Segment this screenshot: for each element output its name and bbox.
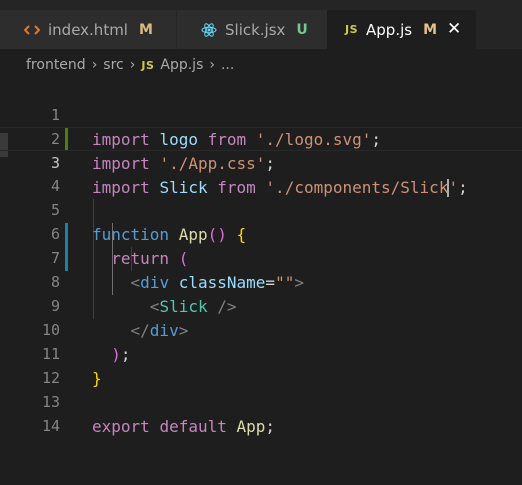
- react-icon: [201, 22, 217, 38]
- code-line: 1 import logo from './logo.svg';: [0, 80, 522, 149]
- code-line: 6 return (: [0, 199, 522, 268]
- code-line: 9 </div>: [0, 271, 522, 340]
- js-icon: JS: [141, 58, 155, 72]
- code-line: 12: [0, 343, 522, 387]
- html-icon: [24, 23, 40, 37]
- tab-slick-jsx[interactable]: Slick.jsx U: [177, 10, 327, 49]
- breadcrumb-item-frontend[interactable]: frontend: [26, 57, 86, 73]
- code-line: 8 <Slick />: [0, 247, 522, 316]
- code-line: 11 }: [0, 319, 522, 388]
- code-line: 4: [0, 151, 522, 195]
- tab-label: index.html: [48, 20, 128, 39]
- chevron-right-icon: ›: [91, 57, 98, 73]
- tab-app-js[interactable]: JS App.js M ✕: [327, 10, 476, 49]
- tab-label: App.js: [366, 20, 413, 39]
- chevron-right-icon: ›: [129, 57, 136, 73]
- tab-index-html[interactable]: index.html M: [0, 10, 176, 49]
- tab-status-badge: M: [138, 21, 153, 38]
- breadcrumb: frontend › src › JS App.js › ...: [0, 50, 522, 80]
- tab-status-badge: M: [423, 21, 438, 38]
- js-icon: JS: [345, 23, 359, 36]
- vertical-scrollbar[interactable]: [508, 80, 522, 485]
- tab-status-badge: U: [296, 21, 308, 38]
- code-line: 14: [0, 391, 522, 435]
- breadcrumb-item-src[interactable]: src: [103, 57, 123, 73]
- line-number: 14: [41, 416, 60, 435]
- tab-label: Slick.jsx: [225, 20, 286, 39]
- breadcrumb-item-app-js[interactable]: App.js: [160, 57, 203, 73]
- code-line-current: 3 import Slick from './components/Slick'…: [0, 127, 522, 198]
- close-icon[interactable]: ✕: [447, 21, 461, 38]
- code-line: 10 );: [0, 295, 522, 364]
- code-line: 13 export default App;: [0, 367, 522, 436]
- chevron-right-icon: ›: [209, 57, 215, 73]
- tab-bar: index.html M Slick.jsx U JS App.js M ✕: [0, 0, 522, 49]
- breadcrumb-item-symbols[interactable]: ...: [221, 57, 234, 73]
- code-line: 2 import './App.css';: [0, 104, 522, 173]
- code-line: 7 <div className="">: [0, 223, 522, 292]
- code-editor[interactable]: 1 import logo from './logo.svg'; 2 impor…: [0, 80, 522, 485]
- code-line: 5 function App() {: [0, 175, 522, 244]
